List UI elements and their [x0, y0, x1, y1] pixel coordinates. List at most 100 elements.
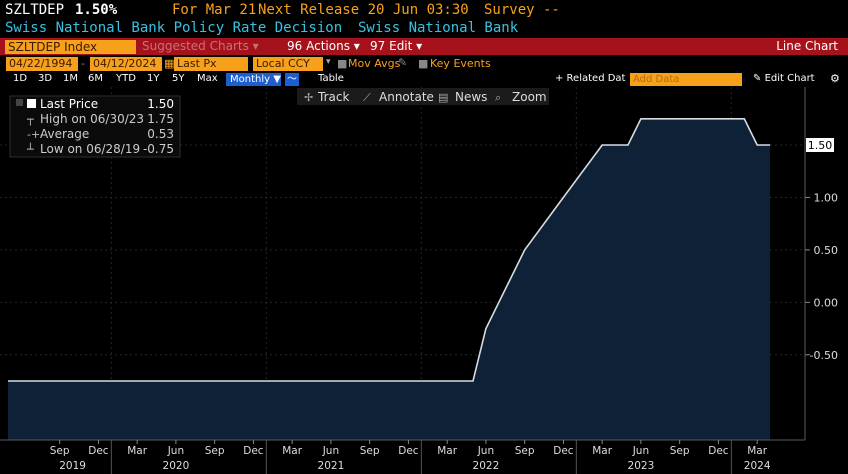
period-button-6m[interactable]: 6M [88, 73, 103, 84]
x-tick-label: Mar [282, 445, 302, 457]
frequency-dropdown[interactable]: Monthly ▼ [226, 73, 281, 86]
gear-icon[interactable]: ⚙ [830, 72, 840, 85]
last-price-swatch [27, 99, 36, 108]
index-field[interactable]: SZLTDEP Index [5, 40, 136, 54]
period-button-5y[interactable]: 5Y [172, 73, 184, 84]
period-row: 1D 3D 1M 6M YTD 1Y 5Y Max Monthly ▼ 〜 Table + R… [0, 72, 848, 87]
x-tick-label: Sep [205, 445, 225, 457]
legend-collapse-icon[interactable] [16, 99, 23, 106]
year-label: 2020 [163, 460, 190, 472]
year-label: 2023 [628, 460, 655, 472]
start-date-field[interactable]: 04/22/1994 [6, 57, 78, 71]
for-label: For Mar 21 [172, 2, 257, 18]
y-tick-label: -0.50 [810, 349, 838, 362]
legend: Last Price 1.50 ┬ High on 06/30/23 1.75 … [9, 95, 181, 158]
legend-average-label: Average [40, 127, 89, 141]
period-button-max[interactable]: Max [197, 73, 218, 84]
price-chart[interactable]: 1.00 0.50 0.00 -0.50 Sep Dec Mar Jun Sep Dec Mar J… [0, 87, 848, 474]
related-data-button[interactable]: + Related Dat [555, 73, 625, 84]
period-button-3d[interactable]: 3D [38, 73, 52, 84]
actions-label: Actions [306, 39, 350, 53]
legend-low-value: -0.75 [143, 142, 174, 156]
pencil-icon[interactable]: ✎ [398, 56, 407, 69]
line-chart-label[interactable]: Line Chart [776, 39, 838, 53]
toolbar: SZLTDEP Index Suggested Charts ▾ 96 Acti… [0, 38, 848, 55]
key-events-checkbox[interactable]: ■ [418, 57, 428, 70]
add-data-field[interactable]: Add Data [630, 73, 742, 86]
track-button[interactable]: ✢ Track [304, 90, 349, 104]
table-button[interactable]: Table [318, 73, 344, 84]
x-tick-label: Mar [747, 445, 767, 457]
data-point[interactable] [600, 143, 604, 147]
y-axis-ticks: 1.00 0.50 0.00 -0.50 [805, 191, 839, 362]
news-button[interactable]: ▤ News [438, 90, 487, 104]
last-value: 1.50% [75, 2, 118, 18]
period-button-1d[interactable]: 1D [13, 73, 27, 84]
x-tick-label: Mar [592, 445, 612, 457]
legend-high-label: High on 06/30/23 [40, 112, 144, 126]
line-type-icon[interactable]: 〜 [285, 73, 299, 86]
x-tick-label: Dec [553, 445, 574, 457]
y-tick-label: 0.00 [814, 296, 839, 309]
legend-last-price-label: Last Price [40, 97, 98, 111]
high-marker-icon: ┬ [26, 113, 34, 126]
data-point[interactable] [768, 143, 772, 147]
data-point[interactable] [716, 117, 720, 121]
date-separator: - [81, 57, 85, 70]
edit-label: Edit [389, 39, 413, 53]
year-label: 2022 [473, 460, 500, 472]
x-tick-label: Dec [398, 445, 419, 457]
year-label: 2024 [744, 460, 771, 472]
calendar-icon[interactable]: ▦ [164, 57, 174, 70]
period-button-1m[interactable]: 1M [63, 73, 78, 84]
period-button-1y[interactable]: 1Y [147, 73, 159, 84]
source-label: Swiss National Bank [358, 20, 519, 36]
legend-low-label: Low on 06/28/19 [40, 142, 140, 156]
zoom-label: Zoom [512, 90, 547, 104]
suggested-charts-button[interactable]: Suggested Charts ▾ [142, 39, 259, 53]
currency-dropdown-icon[interactable]: ▾ [326, 57, 331, 67]
price-type-field[interactable]: Last Px [174, 57, 248, 71]
actions-number: 96 [287, 39, 303, 53]
data-point[interactable] [742, 117, 746, 121]
data-point[interactable] [561, 195, 565, 199]
header-row: SZLTDEP 1.50% For Mar 21 Next Release 20… [0, 1, 848, 21]
last-value-label: 1.50 [808, 139, 833, 152]
track-icon: ✢ [304, 91, 313, 104]
news-icon: ▤ [438, 91, 448, 104]
edit-chart-button[interactable]: ✎ Edit Chart [753, 73, 815, 84]
survey: Survey -- [484, 2, 560, 18]
x-tick-label: Mar [127, 445, 147, 457]
actions-button[interactable]: 96 Actions ▾ [287, 39, 360, 53]
mov-avgs-checkbox[interactable]: ■ [337, 57, 347, 70]
data-point[interactable] [471, 379, 475, 383]
next-release: Next Release 20 Jun 03:30 [258, 2, 469, 18]
data-point[interactable] [755, 143, 759, 147]
last-value-marker: 1.50 [806, 138, 834, 152]
data-point[interactable] [639, 117, 643, 121]
currency-field[interactable]: Local CCY [253, 57, 323, 71]
title-row: Swiss National Bank Policy Rate Decision… [0, 20, 848, 38]
track-label: Track [317, 90, 349, 104]
x-tick-label: Jun [167, 445, 184, 457]
x-tick-label: Sep [670, 445, 690, 457]
data-point[interactable] [484, 327, 488, 331]
end-date-field[interactable]: 04/12/2024 [90, 57, 162, 71]
mov-avgs-label[interactable]: Mov Avgs [348, 57, 400, 70]
edit-button[interactable]: 97 Edit ▾ [370, 39, 422, 53]
range-row: 04/22/1994 - 04/12/2024 ▦ Last Px Local … [0, 56, 848, 72]
x-tick-label: Dec [243, 445, 264, 457]
zoom-icon: ⌕ [495, 91, 501, 104]
news-label: News [455, 90, 487, 104]
data-point[interactable] [626, 143, 630, 147]
x-tick-label: Jun [477, 445, 494, 457]
data-point[interactable] [6, 379, 10, 383]
x-tick-label: Sep [360, 445, 380, 457]
chart-area: 1.00 0.50 0.00 -0.50 Sep Dec Mar Jun Sep Dec Mar J… [0, 87, 848, 474]
legend-average-value: 0.53 [147, 127, 174, 141]
data-point[interactable] [523, 248, 527, 252]
period-button-ytd[interactable]: YTD [116, 73, 136, 84]
suggested-charts-label: Suggested Charts [142, 39, 249, 53]
key-events-label[interactable]: Key Events [430, 57, 491, 70]
year-label: 2021 [318, 460, 345, 472]
